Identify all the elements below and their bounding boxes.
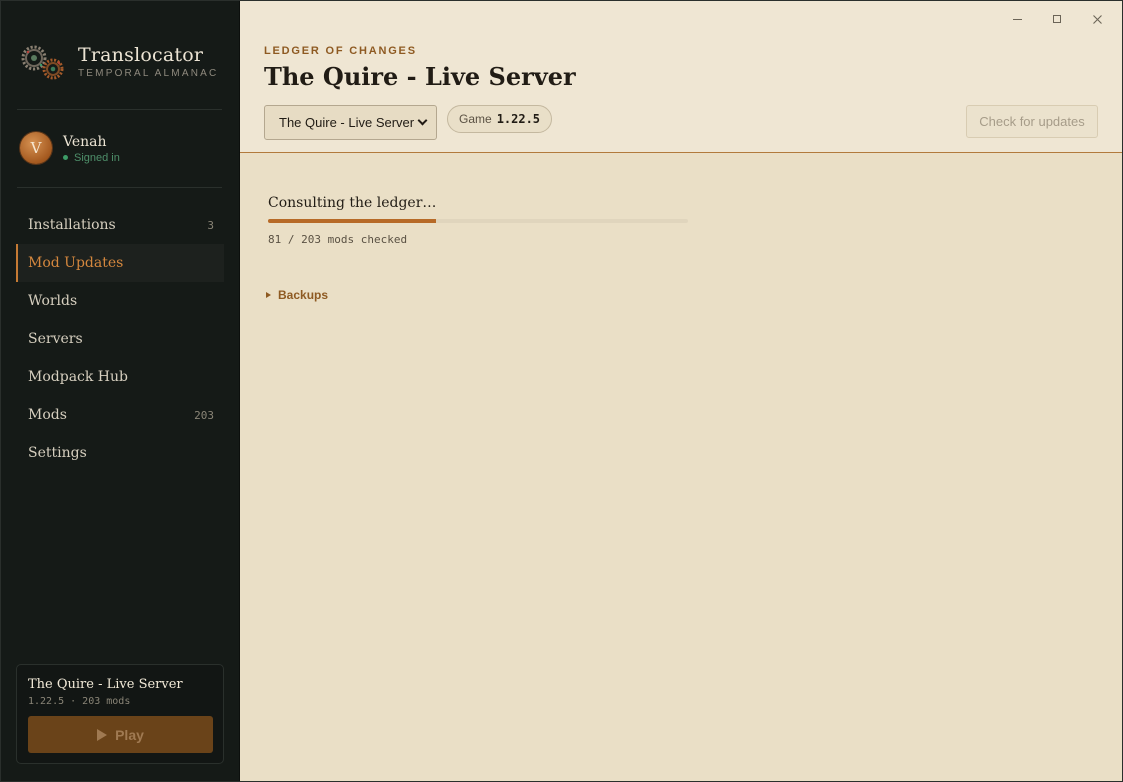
game-label: Game (459, 112, 492, 126)
sidebar-item-label: Installations (28, 217, 116, 233)
progress-bar-fill (268, 219, 436, 223)
sidebar-item-count: 3 (207, 218, 214, 232)
progress-text: 81 / 203 mods checked (268, 233, 408, 246)
maximize-button[interactable] (1047, 9, 1067, 29)
app-window: Translocator TEMPORAL ALMANAC V Venah Si… (0, 0, 1123, 782)
check-for-updates-button[interactable]: Check for updates (966, 105, 1098, 138)
update-progress: Consulting the ledger… 81 / 203 mods che… (268, 195, 688, 246)
sidebar-item-label: Settings (28, 445, 87, 461)
sidebar-item-installations[interactable]: Installations 3 (16, 206, 224, 244)
sidebar-item-modpack-hub[interactable]: Modpack Hub (16, 358, 224, 396)
page-header: LEDGER OF CHANGES The Quire - Live Serve… (240, 1, 1122, 153)
play-icon (97, 728, 108, 741)
brand: Translocator TEMPORAL ALMANAC (20, 43, 216, 83)
sidebar-item-worlds[interactable]: Worlds (16, 282, 224, 320)
progress-title: Consulting the ledger… (268, 195, 437, 211)
backups-toggle[interactable]: Backups (266, 288, 328, 302)
sidebar-item-label: Mods (28, 407, 67, 423)
play-button[interactable]: Play (28, 716, 213, 753)
game-version: 1.22.5 (496, 112, 541, 126)
play-button-label: Play (115, 726, 144, 743)
close-icon (1092, 14, 1102, 24)
sidebar-item-servers[interactable]: Servers (16, 320, 224, 358)
main-panel: LEDGER OF CHANGES The Quire - Live Serve… (240, 1, 1122, 781)
installation-select-value: The Quire - Live Server (279, 115, 415, 130)
chevron-right-icon (266, 292, 271, 298)
page-eyebrow: LEDGER OF CHANGES (264, 45, 417, 57)
sidebar-item-label: Worlds (28, 293, 78, 309)
sidebar-item-count: 203 (194, 408, 214, 422)
chevron-down-icon (417, 115, 428, 126)
sidebar-divider (17, 187, 222, 188)
progress-bar (268, 219, 688, 223)
app-title: Translocator (78, 44, 204, 66)
sidebar: Translocator TEMPORAL ALMANAC V Venah Si… (1, 1, 240, 781)
minimize-button[interactable] (1007, 9, 1027, 29)
sidebar-item-label: Modpack Hub (28, 369, 128, 385)
backups-label: Backups (278, 288, 329, 302)
gears-logo-icon (21, 45, 64, 80)
avatar[interactable]: V (20, 132, 52, 164)
minimize-icon (1012, 18, 1022, 20)
status-dot-icon (63, 155, 68, 160)
sidebar-item-label: Servers (28, 331, 83, 347)
user-profile[interactable]: V Venah Signed in (20, 132, 120, 164)
installation-select[interactable]: The Quire - Live Server (264, 105, 437, 140)
play-card-title: The Quire - Live Server (28, 677, 183, 692)
sidebar-item-settings[interactable]: Settings (16, 434, 224, 472)
page-title: The Quire - Live Server (264, 62, 576, 91)
play-card-meta: 1.22.5 · 203 mods (28, 696, 131, 707)
maximize-icon (1053, 15, 1061, 23)
sidebar-divider (17, 109, 222, 110)
sidebar-item-mod-updates[interactable]: Mod Updates (16, 244, 224, 282)
user-name: Venah (63, 133, 107, 150)
user-status-label: Signed in (74, 151, 120, 164)
sidebar-nav: Installations 3 Mod Updates Worlds Serve… (16, 206, 224, 472)
sidebar-item-mods[interactable]: Mods 203 (16, 396, 224, 434)
game-version-badge: Game 1.22.5 (447, 105, 553, 133)
app-subtitle: TEMPORAL ALMANAC (78, 68, 219, 79)
sidebar-item-label: Mod Updates (28, 255, 124, 271)
play-card: The Quire - Live Server 1.22.5 · 203 mod… (16, 664, 224, 764)
user-status: Signed in (63, 152, 120, 164)
close-button[interactable] (1087, 9, 1107, 29)
